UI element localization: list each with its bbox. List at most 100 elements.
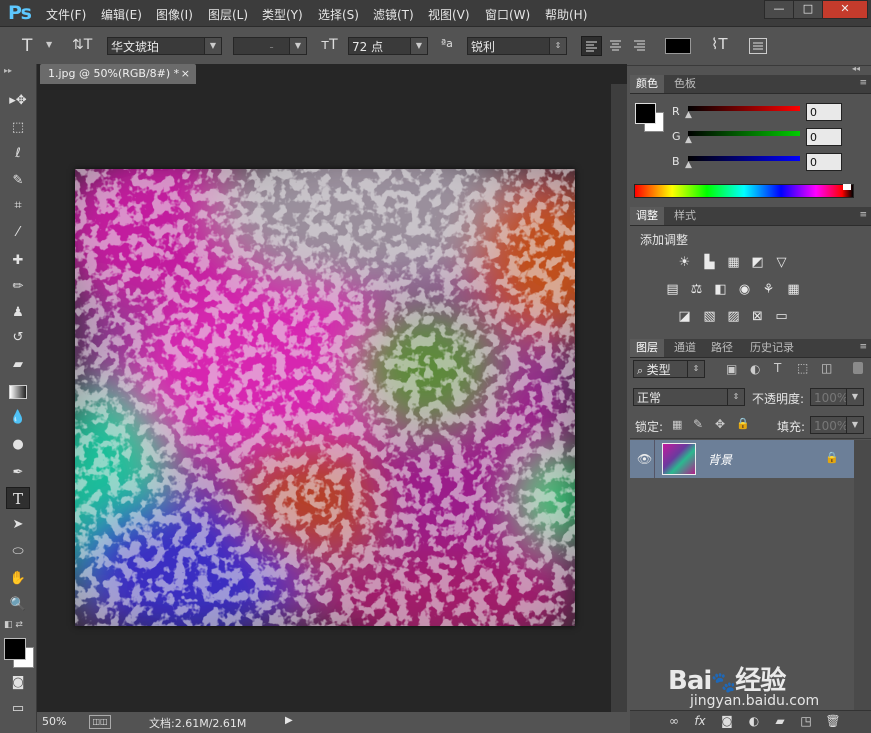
document-tab[interactable]: 1.jpg @ 50%(RGB/8#) * × bbox=[40, 64, 196, 84]
tab-paths[interactable]: 路径 bbox=[705, 339, 739, 357]
delete-layer-icon[interactable]: 🗑 bbox=[824, 714, 842, 730]
exposure-icon[interactable]: ◩ bbox=[749, 254, 766, 271]
preset-dropdown-icon[interactable]: ▼ bbox=[46, 40, 52, 49]
blue-value-field[interactable]: 0 bbox=[806, 153, 842, 171]
maximize-button[interactable]: □ bbox=[793, 0, 823, 19]
filter-smart-object-icon[interactable]: ◫ bbox=[821, 361, 832, 375]
slider-thumb-icon[interactable]: ▲ bbox=[685, 160, 692, 170]
panel-menu-icon[interactable]: ≡ bbox=[859, 210, 867, 220]
blend-mode-select[interactable]: 正常 ⇕ bbox=[633, 388, 745, 406]
text-orientation-icon[interactable]: ⇅T bbox=[72, 37, 92, 53]
blue-slider[interactable] bbox=[688, 156, 800, 161]
hue-saturation-icon[interactable]: ▤ bbox=[664, 281, 681, 298]
lock-position-icon[interactable]: ✥ bbox=[715, 417, 725, 431]
new-group-icon[interactable]: ▰ bbox=[771, 714, 789, 730]
eraser-tool-icon[interactable]: ▰ bbox=[6, 354, 30, 376]
text-color-swatch[interactable] bbox=[665, 38, 691, 54]
filter-shape-icon[interactable]: ⬚ bbox=[797, 361, 808, 375]
align-center-button[interactable] bbox=[606, 36, 627, 56]
red-value-field[interactable]: 0 bbox=[806, 103, 842, 121]
link-layers-icon[interactable]: ∞ bbox=[665, 714, 683, 730]
zoom-tool-icon[interactable]: 🔍 bbox=[6, 594, 30, 616]
new-layer-icon[interactable]: ◳ bbox=[797, 714, 815, 730]
white-swatch[interactable] bbox=[843, 184, 851, 190]
tab-styles[interactable]: 样式 bbox=[668, 207, 702, 225]
levels-icon[interactable]: ▙ bbox=[701, 254, 718, 271]
tab-layers[interactable]: 图层 bbox=[630, 339, 664, 357]
brightness-contrast-icon[interactable]: ☀ bbox=[676, 254, 693, 271]
tab-adjustments[interactable]: 调整 bbox=[630, 207, 664, 225]
font-size-select[interactable]: 72 点 ▼ bbox=[348, 37, 428, 55]
lasso-tool-icon[interactable]: ℓ bbox=[6, 143, 30, 165]
close-window-button[interactable]: ✕ bbox=[822, 0, 868, 19]
posterize-icon[interactable]: ▧ bbox=[701, 308, 718, 325]
new-adjustment-icon[interactable]: ◐ bbox=[745, 714, 763, 730]
brush-tool-icon[interactable]: ✏ bbox=[6, 276, 30, 298]
layers-scrollbar[interactable] bbox=[854, 440, 871, 710]
gradient-map-icon[interactable]: ⊠ bbox=[749, 308, 766, 325]
type-tool-preset-icon[interactable]: T bbox=[22, 36, 32, 56]
tab-channels[interactable]: 通道 bbox=[668, 339, 702, 357]
color-lookup-icon[interactable]: ▦ bbox=[785, 281, 802, 298]
antialias-select[interactable]: 锐利 ⇕ bbox=[467, 37, 567, 55]
type-tool-icon[interactable]: T bbox=[6, 487, 30, 509]
menu-layer[interactable]: 图层(L) bbox=[208, 6, 248, 23]
status-preview-icon[interactable]: ◫◫ bbox=[89, 715, 111, 729]
zoom-level[interactable]: 50% bbox=[42, 715, 66, 728]
healing-brush-tool-icon[interactable]: ✚ bbox=[6, 250, 30, 272]
marquee-tool-icon[interactable]: ⬚ bbox=[6, 117, 30, 139]
menu-select[interactable]: 选择(S) bbox=[318, 6, 359, 23]
menu-help[interactable]: 帮助(H) bbox=[545, 6, 587, 23]
path-selection-tool-icon[interactable]: ➤ bbox=[6, 514, 30, 536]
black-white-icon[interactable]: ◧ bbox=[712, 281, 729, 298]
hand-tool-icon[interactable]: ✋ bbox=[6, 568, 30, 590]
menu-file[interactable]: 文件(F) bbox=[46, 6, 86, 23]
align-right-button[interactable] bbox=[630, 36, 651, 56]
warp-text-icon[interactable]: ⌇T bbox=[711, 35, 728, 53]
image-canvas[interactable] bbox=[75, 169, 575, 626]
red-slider[interactable] bbox=[688, 106, 800, 111]
move-tool-icon[interactable]: ▸✥ bbox=[6, 90, 30, 112]
foreground-color-chip[interactable] bbox=[635, 103, 656, 124]
status-menu-arrow-icon[interactable]: ▶ bbox=[285, 715, 293, 726]
channel-mixer-icon[interactable]: ⚘ bbox=[760, 281, 777, 298]
eye-icon[interactable]: 👁 bbox=[637, 452, 652, 466]
menu-filter[interactable]: 滤镜(T) bbox=[373, 6, 414, 23]
gradient-tool-icon[interactable] bbox=[6, 380, 30, 402]
color-spectrum-bar[interactable] bbox=[634, 184, 854, 198]
invert-icon[interactable]: ◪ bbox=[676, 308, 693, 325]
filter-toggle-switch[interactable] bbox=[853, 362, 863, 374]
screen-mode-icon[interactable]: ▭ bbox=[6, 698, 30, 720]
ellipse-tool-icon[interactable]: ⬭ bbox=[6, 541, 30, 563]
menu-type[interactable]: 类型(Y) bbox=[262, 6, 303, 23]
quick-selection-tool-icon[interactable]: ✎ bbox=[6, 170, 30, 192]
color-balance-icon[interactable]: ⚖ bbox=[688, 281, 705, 298]
selective-color-icon[interactable]: ▭ bbox=[773, 308, 790, 325]
font-family-select[interactable]: 华文琥珀 ▼ bbox=[107, 37, 222, 55]
layer-style-icon[interactable]: fx bbox=[691, 714, 709, 730]
panel-menu-icon[interactable]: ≡ bbox=[859, 342, 867, 352]
dodge-tool-icon[interactable]: ● bbox=[6, 434, 30, 456]
vibrance-icon[interactable]: ▽ bbox=[773, 254, 790, 271]
curves-icon[interactable]: ▦ bbox=[725, 254, 742, 271]
pen-tool-icon[interactable]: ✒ bbox=[6, 462, 30, 484]
opacity-field[interactable]: 100% ▼ bbox=[810, 388, 864, 406]
filter-adjustment-icon[interactable]: ◐ bbox=[750, 362, 760, 376]
filter-pixel-icon[interactable]: ▣ bbox=[726, 362, 737, 376]
foreground-color-swatch[interactable] bbox=[4, 638, 26, 660]
align-left-button[interactable] bbox=[581, 36, 602, 56]
tab-history[interactable]: 历史记录 bbox=[744, 339, 800, 357]
menu-view[interactable]: 视图(V) bbox=[428, 6, 470, 23]
history-brush-tool-icon[interactable]: ↺ bbox=[6, 327, 30, 349]
eyedropper-tool-icon[interactable]: ⁄ bbox=[6, 222, 30, 244]
quick-mask-icon[interactable]: ◙ bbox=[6, 672, 30, 694]
fill-field[interactable]: 100% ▼ bbox=[810, 416, 864, 434]
close-tab-icon[interactable]: × bbox=[181, 64, 190, 84]
font-style-select[interactable]: - ▼ bbox=[233, 37, 307, 55]
tab-swatches[interactable]: 色板 bbox=[668, 75, 702, 93]
collapse-toolbar-icon[interactable]: ▸▸ bbox=[4, 66, 12, 75]
vertical-scrollbar[interactable] bbox=[611, 84, 627, 712]
blur-tool-icon[interactable]: 💧 bbox=[6, 407, 30, 429]
green-value-field[interactable]: 0 bbox=[806, 128, 842, 146]
photo-filter-icon[interactable]: ◉ bbox=[736, 281, 753, 298]
